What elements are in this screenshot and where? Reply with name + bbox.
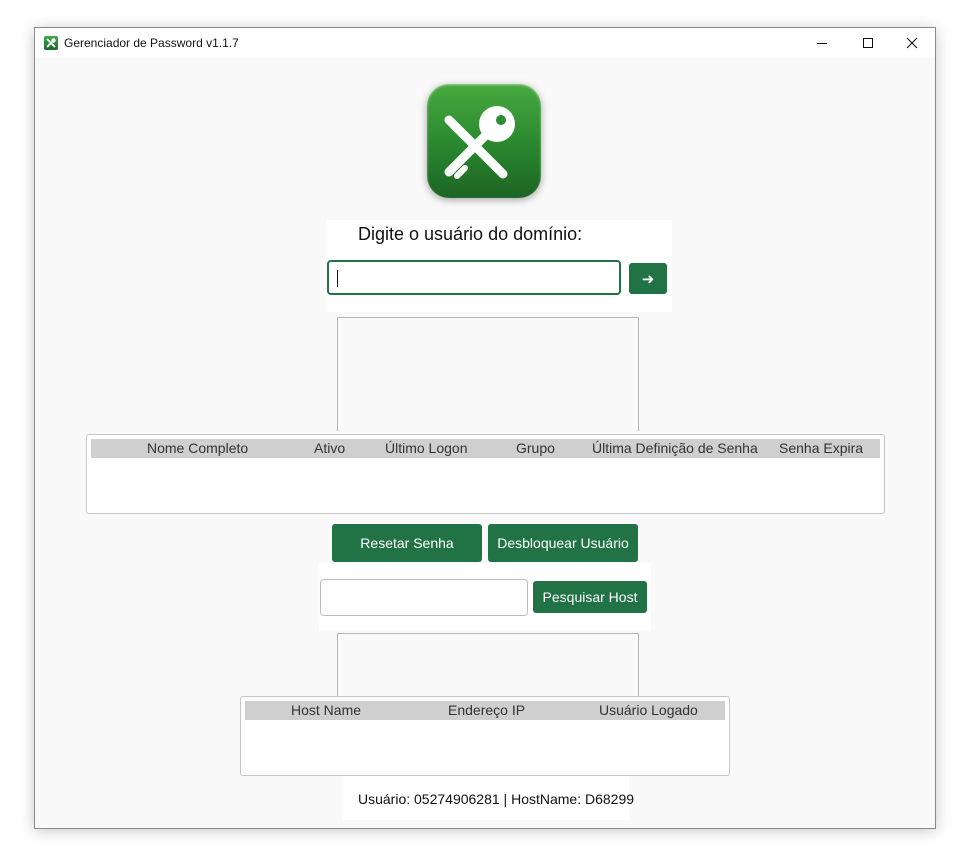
column-header[interactable]: Endereço IP <box>448 701 525 720</box>
column-header[interactable]: Usuário Logado <box>599 701 698 720</box>
host-table-header: Host Name Endereço IP Usuário Logado <box>245 701 725 720</box>
search-user-button[interactable]: ➜ <box>629 263 667 294</box>
host-results-list[interactable] <box>337 633 639 697</box>
search-host-button[interactable]: Pesquisar Host <box>533 581 647 613</box>
column-header[interactable]: Último Logon <box>385 439 468 458</box>
domain-user-input[interactable] <box>327 260 621 295</box>
minimize-button[interactable] <box>799 28 845 58</box>
app-logo <box>427 84 541 198</box>
app-window: Gerenciador de Password v1.1.7 Digite o … <box>34 27 936 829</box>
column-header[interactable]: Senha Expira <box>779 439 863 458</box>
status-text: Usuário: 05274906281 | HostName: D68299 <box>358 791 635 807</box>
user-results-list[interactable] <box>337 317 639 431</box>
close-icon <box>906 37 918 49</box>
user-info-table: Nome Completo Ativo Último Logon Grupo Ú… <box>86 434 885 514</box>
minimize-icon <box>817 43 827 44</box>
column-header[interactable]: Grupo <box>516 439 555 458</box>
key-tools-icon <box>444 106 515 179</box>
column-header[interactable]: Ativo <box>314 439 345 458</box>
title-bar: Gerenciador de Password v1.1.7 <box>35 28 935 58</box>
maximize-icon <box>863 38 873 48</box>
maximize-button[interactable] <box>845 28 891 58</box>
column-header[interactable]: Última Definição de Senha <box>592 439 758 458</box>
close-button[interactable] <box>889 28 935 58</box>
user-table-header: Nome Completo Ativo Último Logon Grupo Ú… <box>91 439 880 458</box>
unlock-user-button[interactable]: Desbloquear Usuário <box>488 524 638 562</box>
arrow-right-icon: ➜ <box>641 270 655 288</box>
app-icon <box>44 36 58 50</box>
domain-user-prompt: Digite o usuário do domínio: <box>358 224 583 244</box>
reset-password-button[interactable]: Resetar Senha <box>332 524 482 562</box>
column-header[interactable]: Host Name <box>291 701 361 720</box>
column-header[interactable]: Nome Completo <box>147 439 248 458</box>
text-caret <box>337 270 338 287</box>
window-title: Gerenciador de Password v1.1.7 <box>64 36 239 50</box>
host-info-table: Host Name Endereço IP Usuário Logado <box>240 696 730 776</box>
host-search-input[interactable] <box>320 579 528 616</box>
